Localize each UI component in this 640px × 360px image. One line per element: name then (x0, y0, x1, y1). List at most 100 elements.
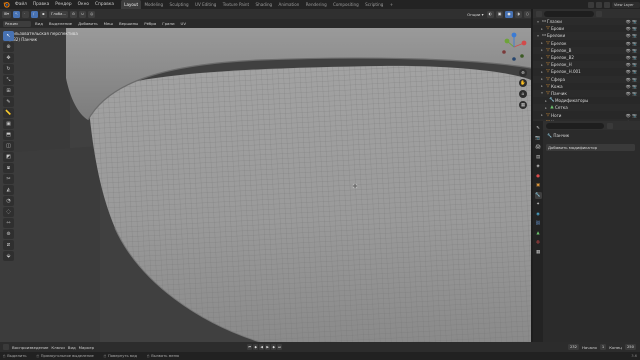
transform-tool-icon[interactable]: ⊞ (3, 86, 14, 96)
tab-layout[interactable]: Layout (120, 0, 142, 9)
display-mode-icon[interactable] (536, 10, 542, 17)
play-icon[interactable]: ▶ (265, 344, 271, 350)
xray-icon[interactable]: ▣ (495, 10, 504, 18)
menu-face[interactable]: Грани (160, 21, 176, 26)
tab-rendering[interactable]: Rendering (303, 0, 330, 9)
visibility-toggles[interactable]: 👁 📷 (626, 26, 640, 31)
add-workspace-button[interactable]: + (387, 0, 397, 9)
scene-icon[interactable]: ◈ (535, 163, 542, 170)
jump-end-icon[interactable]: ⏭ (277, 344, 283, 350)
outliner-row[interactable]: ▸ 🔧 Модификаторы (533, 97, 640, 104)
material-shading-icon[interactable]: ◑ (514, 10, 522, 18)
pivot-icon[interactable]: ⊙ (69, 10, 78, 18)
outliner-search-input[interactable] (544, 10, 594, 17)
menu-file[interactable]: Файл (12, 0, 30, 9)
menu-view[interactable]: Вид (68, 345, 76, 350)
copy-icon[interactable] (596, 1, 602, 8)
outliner-row[interactable]: ▾ ▽ Панчик 👁 📷 (533, 89, 640, 98)
menu-playback[interactable]: Воспроизведение (12, 345, 48, 350)
extrude-tool-icon[interactable]: ⬒ (3, 130, 14, 140)
zoom-icon[interactable]: ⊕ (519, 69, 527, 77)
pin-icon[interactable] (607, 122, 613, 129)
outliner-row[interactable]: ▸ ▽ Брелок 👁 📷 (533, 40, 640, 47)
move-tool-icon[interactable]: ✥ (3, 53, 14, 63)
annotate-tool-icon[interactable]: ✎ (3, 97, 14, 107)
modifier-icon[interactable]: 🔧 (534, 191, 542, 199)
solid-shading-icon[interactable]: ● (505, 10, 513, 18)
render-icon[interactable]: 📷 (535, 135, 542, 142)
particles-icon[interactable]: ✦ (535, 201, 542, 208)
tab-modeling[interactable]: Modeling (141, 0, 166, 9)
menu-mesh[interactable]: Меш (102, 21, 115, 26)
current-frame-field[interactable]: 232 (567, 344, 579, 350)
outliner-row[interactable]: ▸ ▽ Сфера 👁 📷 (533, 75, 640, 83)
spin-tool-icon[interactable]: ◔ (3, 196, 14, 206)
outliner-row[interactable]: ▸ ▽ Брелок_Н.001 👁 📷 (533, 68, 640, 75)
3d-viewport[interactable]: Пользовательская перспектива (232) Панчи… (0, 28, 531, 342)
visibility-toggles[interactable]: 👁 📷 (626, 41, 640, 46)
inset-tool-icon[interactable]: ◫ (3, 141, 14, 151)
pan-hand-icon[interactable]: ✋ (519, 79, 527, 87)
shear-tool-icon[interactable]: ⧄ (3, 240, 14, 250)
outliner-row[interactable]: ▸ ▽ Ноги 👁 📷 (533, 111, 640, 118)
tab-compositing[interactable]: Compositing (330, 0, 362, 9)
add-modifier-button[interactable]: Добавить модификатор (546, 144, 635, 151)
filter-icon[interactable] (596, 10, 602, 17)
select-mode-button[interactable]: ↖ (12, 10, 21, 18)
world-icon[interactable]: ● (535, 173, 542, 180)
loop-cut-tool-icon[interactable]: ⧈ (3, 163, 14, 173)
timeline-editor-icon[interactable] (3, 344, 9, 350)
outliner-row[interactable]: ▾ ▭ Брелоки 👁 📷 (533, 32, 640, 40)
cursor-tool-icon[interactable]: ⊕ (3, 42, 14, 52)
edge-slide-tool-icon[interactable]: ⇿ (3, 218, 14, 228)
output-icon[interactable]: 🖨 (535, 144, 542, 151)
next-keyframe-icon[interactable]: ◆ (271, 344, 277, 350)
material-icon[interactable]: ◍ (535, 239, 542, 246)
outliner-row[interactable]: ▾ ▭ Глазки 👁 📷 (533, 18, 640, 26)
poly-build-tool-icon[interactable]: ◭ (3, 185, 14, 195)
shrink-fatten-tool-icon[interactable]: ⊚ (3, 229, 14, 239)
rotate-tool-icon[interactable]: ↻ (3, 64, 14, 74)
menu-add[interactable]: Добавить (76, 21, 100, 26)
tab-animation[interactable]: Animation (275, 0, 302, 9)
navigation-gizmo[interactable] (497, 30, 531, 64)
options-dropdown[interactable]: Опции ▾ (466, 12, 485, 17)
face-select-icon[interactable]: ▪ (40, 10, 48, 18)
vertex-select-icon[interactable]: ⋅ (22, 10, 30, 18)
rip-tool-icon[interactable]: ⬙ (3, 251, 14, 261)
camera-view-icon[interactable]: ⌂ (519, 90, 527, 98)
add-cube-tool-icon[interactable]: ▣ (3, 119, 14, 129)
tab-shading[interactable]: Shading (252, 0, 275, 9)
tab-uv-editing[interactable]: UV Editing (192, 0, 220, 9)
measure-tool-icon[interactable]: 📏 (3, 108, 14, 118)
edge-select-icon[interactable]: ∕ (31, 10, 39, 18)
outliner-row[interactable]: ▸ ▽ Брелок_В2 👁 📷 (533, 54, 640, 61)
jump-start-icon[interactable]: ⏮ (247, 344, 253, 350)
visibility-toggles[interactable]: 👁 📷 (626, 62, 640, 67)
select-tool-icon[interactable]: ↖ (3, 31, 14, 41)
visibility-toggles[interactable]: 👁 📷 (626, 113, 640, 118)
data-icon[interactable]: ▲ (535, 230, 542, 237)
blender-logo-icon[interactable] (2, 1, 10, 8)
menu-keying[interactable]: Ключи (51, 345, 64, 350)
menu-edit[interactable]: Правка (30, 0, 52, 9)
outliner-row[interactable]: ▸ ▽ Кожа 👁 📷 (533, 83, 640, 90)
texture-icon[interactable]: ▦ (535, 249, 542, 256)
rendered-shading-icon[interactable]: ○ (523, 10, 531, 18)
play-reverse-icon[interactable]: ◀ (259, 344, 265, 350)
properties-search-input[interactable] (546, 122, 604, 129)
physics-icon[interactable]: ◉ (535, 211, 542, 218)
menu-marker[interactable]: Маркер (79, 345, 94, 350)
magnet-icon[interactable]: ∪ (79, 10, 87, 18)
menu-vertex[interactable]: Вершины (117, 21, 140, 26)
bevel-tool-icon[interactable]: ◩ (3, 152, 14, 162)
smooth-tool-icon[interactable]: ◌ (3, 207, 14, 217)
view-layer-icon[interactable]: ▤ (535, 154, 542, 161)
tab-sculpting[interactable]: Sculpting (166, 0, 192, 9)
menu-edge[interactable]: Рёбра (142, 21, 158, 26)
outliner-row[interactable]: ▸ ▽ Брелок_В 👁 📷 (533, 46, 640, 54)
visibility-toggles[interactable]: 👁 📷 (626, 84, 640, 89)
delete-icon[interactable] (604, 1, 610, 8)
visibility-toggles[interactable]: 👁 📷 (626, 19, 640, 24)
visibility-toggles[interactable]: 👁 📷 (626, 69, 640, 74)
